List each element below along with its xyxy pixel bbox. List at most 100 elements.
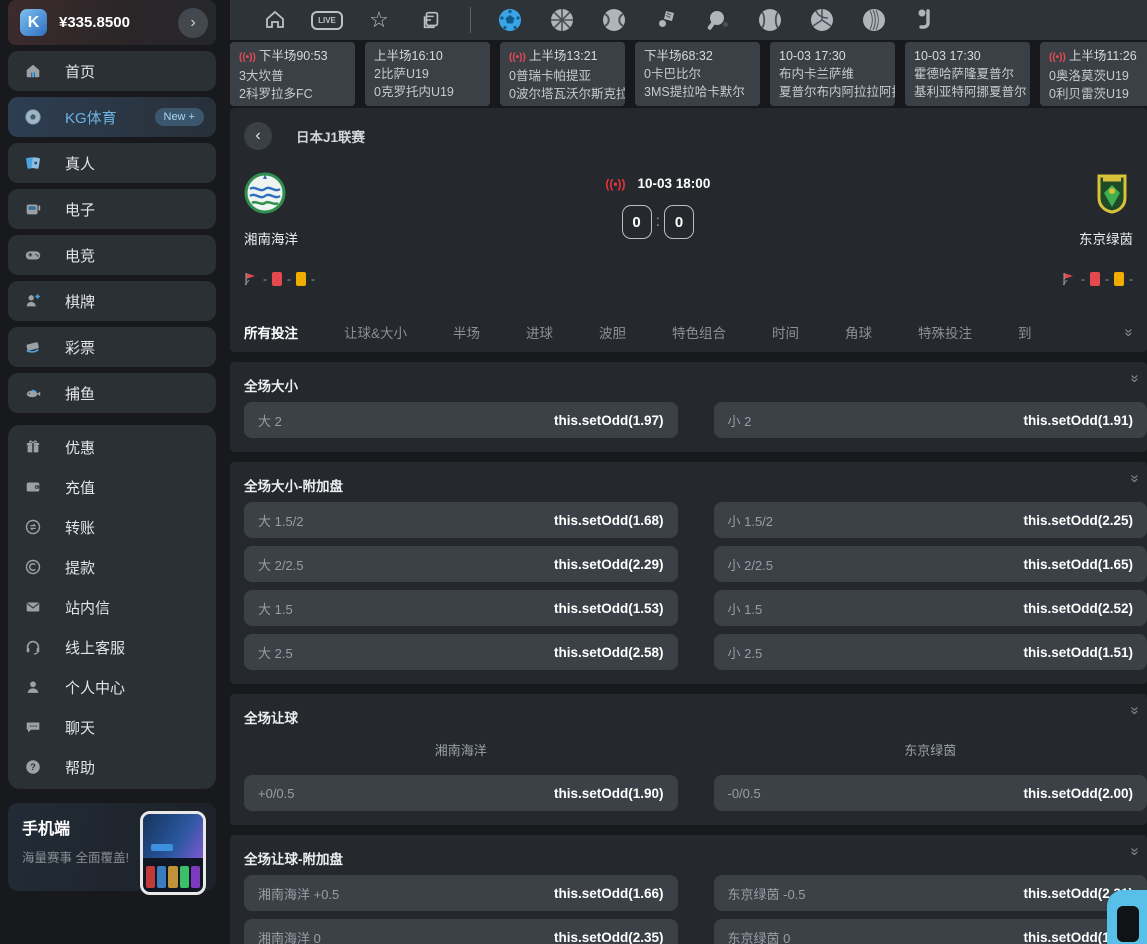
- tab-correct-score[interactable]: 波胆: [599, 322, 626, 342]
- mobile-app-promo[interactable]: 手机端 海量赛事 全面覆盖!: [8, 803, 216, 891]
- basketball-sport-icon[interactable]: [549, 7, 575, 33]
- bet-option[interactable]: 大 2.5this.setOdd(2.58): [244, 634, 678, 670]
- bet-option[interactable]: 湘南海洋 0this.setOdd(2.35): [244, 919, 678, 944]
- sidebar-item-fishing[interactable]: 捕鱼: [8, 373, 216, 413]
- soccer-sport-icon[interactable]: [497, 7, 523, 33]
- collapse-icon[interactable]: »: [1126, 374, 1143, 382]
- wallet-card: K ¥335.8500 ›: [8, 0, 216, 45]
- sidebar-item-esports[interactable]: 电竞: [8, 235, 216, 275]
- ticker-match-card[interactable]: 10-03 17:30 霍德哈萨隆夏普尔基利亚特阿挪夏普尔: [905, 42, 1030, 106]
- hockey-sport-icon[interactable]: [913, 7, 939, 33]
- sidebar-item-live-casino[interactable]: 真人: [8, 143, 216, 183]
- withdraw-icon: [23, 557, 43, 577]
- tab-partial[interactable]: 到: [1018, 322, 1034, 342]
- bet-option[interactable]: 大 1.5this.setOdd(1.53): [244, 590, 678, 626]
- sidebar-item-messages[interactable]: 站内信: [8, 587, 216, 627]
- bet-option[interactable]: 小 1.5/2this.setOdd(2.25): [714, 502, 1147, 538]
- tab-time[interactable]: 时间: [772, 322, 799, 342]
- betslip-icon: [1117, 906, 1139, 942]
- tab-half[interactable]: 半场: [453, 322, 480, 342]
- bet-option[interactable]: 湘南海洋 +0.5this.setOdd(1.66): [244, 875, 678, 911]
- sidebar-item-home[interactable]: 首页: [8, 51, 216, 91]
- bet-option[interactable]: 东京绿茵 0this.setOdd(1.64): [714, 919, 1147, 944]
- betslip-floating-button[interactable]: [1107, 890, 1147, 944]
- tab-corners[interactable]: 角球: [845, 322, 872, 342]
- away-team-crest: [1091, 172, 1133, 214]
- sidebar-item-chess[interactable]: 棋牌: [8, 281, 216, 321]
- lottery-ticket-icon: [23, 337, 43, 357]
- sidebar-item-help[interactable]: ? 帮助: [8, 747, 216, 787]
- yellow-card-icon: [296, 272, 306, 286]
- wallet-balance: ¥335.8500: [59, 14, 178, 31]
- table-tennis-sport-icon[interactable]: [705, 7, 731, 33]
- match-time: 10-03 18:00: [638, 176, 711, 191]
- main-content: ‹ 日本J1联赛 湘南海洋 - - -: [230, 108, 1147, 944]
- bet-option[interactable]: 大 2/2.5this.setOdd(2.29): [244, 546, 678, 582]
- sidebar-item-slots[interactable]: 电子: [8, 189, 216, 229]
- wallet-expand-button[interactable]: ›: [178, 8, 208, 38]
- tab-special-bets[interactable]: 特殊投注: [918, 322, 972, 342]
- sidebar-item-lottery[interactable]: 彩票: [8, 327, 216, 367]
- bet-option[interactable]: 小 1.5this.setOdd(2.52): [714, 590, 1147, 626]
- sidebar-item-label: 聊天: [65, 717, 95, 738]
- ticker-match-card[interactable]: 上半场16:10 2比萨U190克罗托内U19: [365, 42, 490, 106]
- away-team-block: 东京绿茵 - - -: [833, 172, 1133, 286]
- collapse-icon[interactable]: »: [1126, 706, 1143, 714]
- ticker-match-card[interactable]: ((•))上半场11:26 0奥洛莫茨U190利贝雷茨U19: [1040, 42, 1147, 106]
- sidebar-item-label: 捕鱼: [65, 383, 95, 404]
- tab-all-bets[interactable]: 所有投注: [244, 322, 298, 342]
- back-button[interactable]: ‹: [244, 122, 272, 150]
- help-icon: ?: [23, 757, 43, 777]
- bet-option[interactable]: 大 2this.setOdd(1.97): [244, 402, 678, 438]
- chess-player-icon: [23, 291, 43, 311]
- user-icon: [23, 677, 43, 697]
- bet-option[interactable]: 大 1.5/2this.setOdd(1.68): [244, 502, 678, 538]
- collapse-icon[interactable]: »: [1126, 847, 1143, 855]
- cricket-sport-icon[interactable]: [861, 7, 887, 33]
- sidebar-item-label: 线上客服: [65, 637, 125, 658]
- bet-option[interactable]: 小 2.5this.setOdd(1.51): [714, 634, 1147, 670]
- tab-specials-combo[interactable]: 特色组合: [672, 322, 726, 342]
- sidebar-item-profile[interactable]: 个人中心: [8, 667, 216, 707]
- market-title: 全场大小-附加盘: [244, 472, 1147, 498]
- sidebar-item-promotions[interactable]: 优惠: [8, 427, 216, 467]
- sidebar-item-label: 优惠: [65, 437, 95, 458]
- live-nav-icon[interactable]: LIVE: [314, 7, 340, 33]
- favorites-star-icon[interactable]: ☆: [366, 7, 392, 33]
- bet-option[interactable]: +0/0.5this.setOdd(1.90): [244, 775, 678, 811]
- mail-icon: [23, 597, 43, 617]
- tab-handicap-ou[interactable]: 让球&大小: [344, 322, 407, 342]
- sidebar-item-customer-service[interactable]: 线上客服: [8, 627, 216, 667]
- ticker-match-card[interactable]: 10-03 17:30 布内卡兰萨维夏普尔布内阿拉拉阿拉: [770, 42, 895, 106]
- ticker-match-card[interactable]: 下半场68:32 0卡巴比尔3MS提拉哈卡默尔: [635, 42, 760, 106]
- ticker-match-card[interactable]: ((•))上半场13:21 0普瑞卡帕提亚0波尔塔瓦沃尔斯克拉: [500, 42, 625, 106]
- tennis-sport-icon[interactable]: [601, 7, 627, 33]
- sidebar-item-chat[interactable]: 聊天: [8, 707, 216, 747]
- sidebar-item-label: 充值: [65, 477, 95, 498]
- betslip-docs-icon[interactable]: [418, 7, 444, 33]
- tabs-expand-icon[interactable]: »: [1120, 328, 1137, 336]
- bet-option[interactable]: 东京绿茵 -0.5this.setOdd(2.31): [714, 875, 1147, 911]
- soccer-icon: [23, 107, 43, 127]
- home-nav-icon[interactable]: [262, 7, 288, 33]
- baseball-sport-icon[interactable]: [757, 7, 783, 33]
- collapse-icon[interactable]: »: [1126, 474, 1143, 482]
- sidebar-item-deposit[interactable]: 充值: [8, 467, 216, 507]
- home-team-name: 湘南海洋: [244, 228, 544, 248]
- bet-option[interactable]: 小 2this.setOdd(1.91): [714, 402, 1147, 438]
- market-tabs: 所有投注 让球&大小 半场 进球 波胆 特色组合 时间 角球 特殊投注 到 »: [244, 312, 1133, 352]
- sidebar-item-transfer[interactable]: 转账: [8, 507, 216, 547]
- volleyball-sport-icon[interactable]: [809, 7, 835, 33]
- brand-logo: K: [20, 9, 47, 36]
- sidebar-item-kg-sports[interactable]: KG体育 New +: [8, 97, 216, 137]
- cards-icon: [23, 153, 43, 173]
- market-fulltime-handicap-extra: » 全场让球-附加盘 湘南海洋 +0.5this.setOdd(1.66) 东京…: [230, 835, 1147, 944]
- bet-option[interactable]: -0/0.5this.setOdd(2.00): [714, 775, 1147, 811]
- ticker-match-card[interactable]: ((•))下半场90:53 3大坎普2科罗拉多FC: [230, 42, 355, 106]
- badminton-sport-icon[interactable]: [653, 7, 679, 33]
- sidebar-item-label: 转账: [65, 517, 95, 538]
- sidebar-item-withdraw[interactable]: 提款: [8, 547, 216, 587]
- tab-goals[interactable]: 进球: [526, 322, 553, 342]
- market-title: 全场让球-附加盘: [244, 845, 1147, 871]
- bet-option[interactable]: 小 2/2.5this.setOdd(1.65): [714, 546, 1147, 582]
